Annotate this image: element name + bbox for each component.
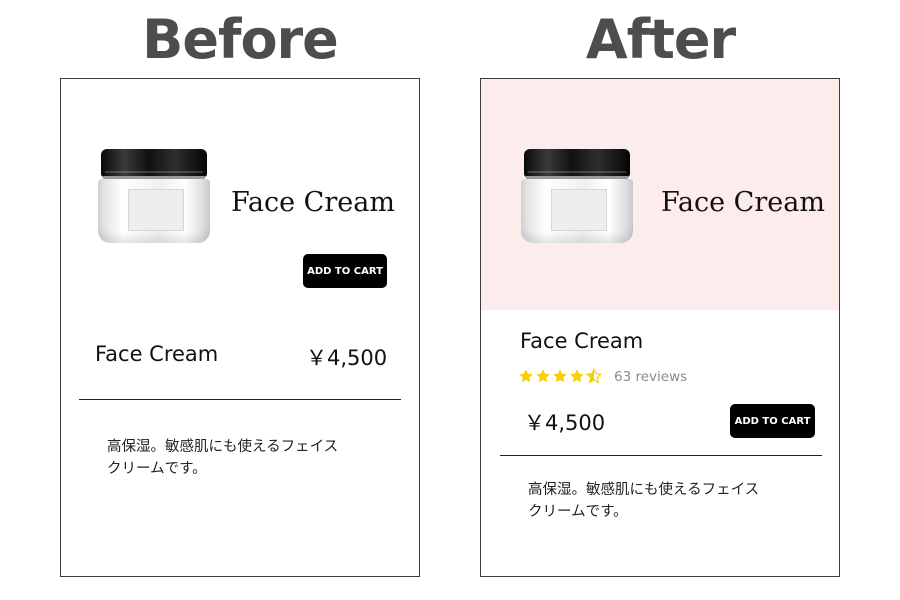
star-icon [570,369,584,383]
product-description: 高保湿。敏感肌にも使えるフェイス クリームです。 [528,482,760,520]
star-icon [519,369,533,383]
add-to-cart-button[interactable]: ADD TO CART [303,254,387,288]
add-to-cart-button[interactable]: ADD TO CART [730,404,815,438]
after-heading: After [585,8,736,71]
star-icon [536,369,550,383]
product-description: 高保湿。敏感肌にも使えるフェイス クリームです。 [107,439,339,477]
product-price: ￥4,500 [524,411,606,435]
product-price: ￥4,500 [306,346,388,370]
hero-title: Face Cream [231,187,395,218]
face-cream-jar-image [521,149,633,245]
star-rating [518,368,602,384]
star-half-icon [586,368,602,384]
review-count[interactable]: 63 reviews [614,369,687,385]
hero-title: Face Cream [661,187,825,218]
before-heading: Before [142,8,339,71]
product-name: Face Cream [95,342,219,366]
product-name: Face Cream [520,329,644,353]
star-icon [553,369,567,383]
face-cream-jar-image [98,149,210,245]
divider [500,455,822,456]
product-card-before: Face Cream ADD TO CART Face Cream ￥4,500… [60,78,420,577]
divider [79,399,401,400]
product-card-after: Face Cream Face Cream 63 reviews ￥4,500 … [480,78,840,577]
